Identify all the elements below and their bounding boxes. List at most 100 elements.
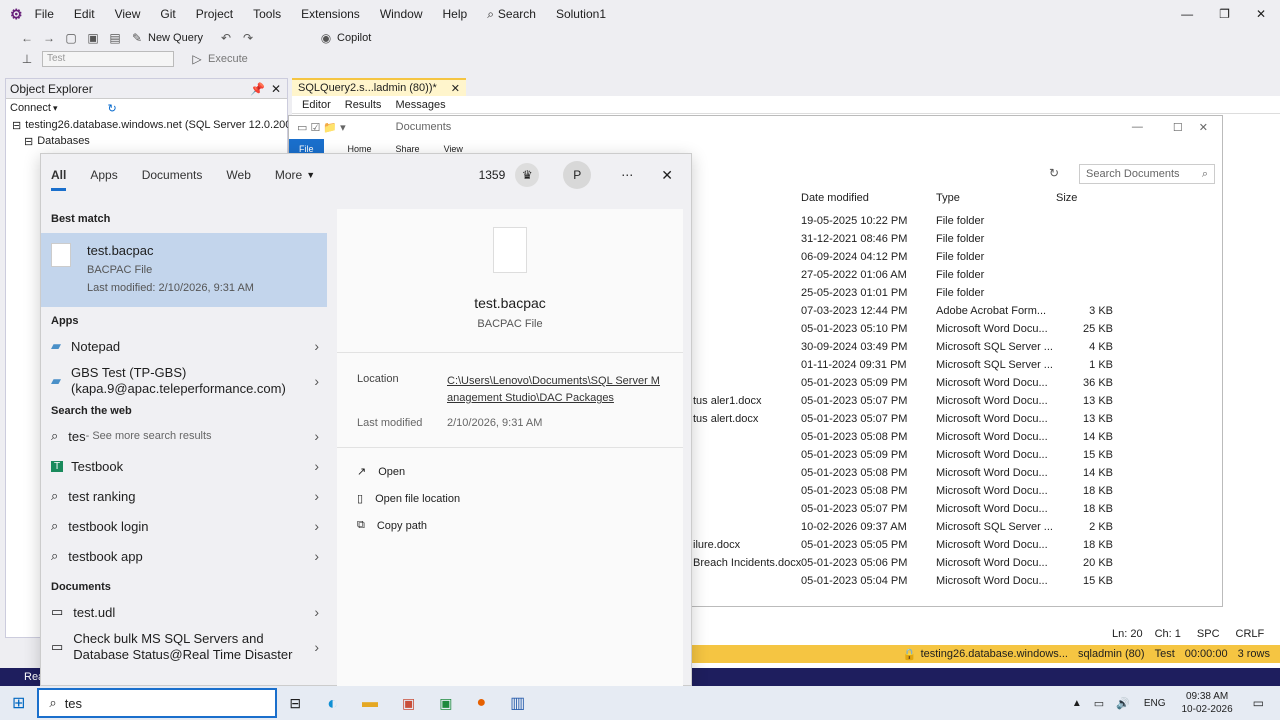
copilot-button[interactable]: Copilot (337, 32, 371, 44)
language-indicator[interactable]: ENG (1144, 698, 1166, 709)
table-row[interactable]: 05-01-2023 05:08 PM Microsoft Word Docu..… (689, 428, 1113, 446)
connect-button[interactable]: Connect (10, 102, 51, 114)
chevron-right-icon[interactable]: › (314, 548, 319, 564)
chevron-down-icon[interactable]: ▼ (306, 170, 315, 180)
table-row[interactable]: 19-05-2025 10:22 PM File folder (689, 212, 1109, 230)
table-row[interactable]: Breach Incidents.docx 05-01-2023 05:06 PM… (689, 554, 1113, 572)
collapse-icon[interactable]: ⊟ (12, 119, 21, 132)
table-row[interactable]: 06-09-2024 04:12 PM File folder (689, 248, 1109, 266)
file-explorer-icon[interactable]: ▬ (362, 694, 378, 712)
copilot-icon[interactable]: ◉ (319, 31, 333, 45)
task-view-icon[interactable]: ⊟ (289, 695, 301, 712)
menu-help[interactable]: Help (443, 7, 468, 21)
tab-more[interactable]: More (275, 168, 302, 182)
chevron-down-icon[interactable]: ▾ (53, 103, 58, 114)
doc-item-check-bulk[interactable]: ▭ Check bulk MS SQL Servers and Database… (41, 627, 337, 667)
databases-node[interactable]: ⊟ Databases (6, 133, 287, 149)
app-icon[interactable]: ▣ (402, 695, 415, 712)
refresh-icon[interactable]: ↻ (1049, 166, 1059, 180)
app-item-notepad[interactable]: ▰ Notepad › (41, 331, 337, 361)
rewards-icon[interactable]: ♛ (515, 163, 540, 187)
copy-path-action[interactable]: ⧉ Copy path (357, 519, 427, 532)
tab-apps[interactable]: Apps (90, 168, 117, 182)
restore-icon[interactable]: ❐ (1219, 7, 1230, 21)
save-icon[interactable]: ▣ (86, 31, 100, 45)
execute-button[interactable]: Execute (208, 53, 248, 65)
windows-start-icon[interactable]: ⊞ (12, 693, 25, 713)
close-icon[interactable]: ✕ (451, 82, 460, 95)
table-row[interactable]: 05-01-2023 05:04 PM Microsoft Word Docu..… (689, 572, 1113, 590)
table-row[interactable]: 25-05-2023 01:01 PM File folder (689, 284, 1109, 302)
redo-icon[interactable]: ↷ (241, 31, 255, 45)
chevron-right-icon[interactable]: › (314, 373, 319, 389)
undo-icon[interactable]: ↶ (219, 31, 233, 45)
close-icon[interactable]: ✕ (271, 82, 281, 96)
minimize-icon[interactable]: — (1132, 121, 1143, 133)
execute-icon[interactable]: ▷ (190, 52, 204, 66)
app-item-gbs-test[interactable]: ▰ GBS Test (TP-GBS) (kapa.9@apac.teleper… (41, 361, 337, 401)
clock[interactable]: 09:38 AM 10-02-2026 (1182, 690, 1233, 716)
forward-icon[interactable]: → (42, 31, 56, 45)
menu-git[interactable]: Git (160, 7, 175, 21)
table-row[interactable]: ilure.docx 05-01-2023 05:05 PM Microsoft W… (689, 536, 1113, 554)
tab-editor[interactable]: Editor (302, 99, 331, 111)
new-file-icon[interactable]: ▢ (64, 31, 78, 45)
table-row[interactable]: tus alert.docx 05-01-2023 05:07 PM Microso… (689, 410, 1113, 428)
tab-documents[interactable]: Documents (142, 168, 203, 182)
search-icon[interactable]: ⌕ (487, 7, 494, 22)
menu-extensions[interactable]: Extensions (301, 7, 360, 21)
doc-item-test-udl[interactable]: ▭ test.udl › (41, 597, 337, 627)
table-row[interactable]: 01-11-2024 09:31 PM Microsoft SQL Server … (689, 356, 1113, 374)
tab-results[interactable]: Results (345, 99, 382, 111)
taskbar-search-input[interactable]: ⌕ tes (37, 688, 278, 718)
tab-all[interactable]: All (51, 168, 67, 191)
open-file-location-action[interactable]: ▯ Open file location (357, 492, 460, 506)
network-icon[interactable]: ▭ (1094, 697, 1104, 710)
chevron-right-icon[interactable]: › (314, 428, 319, 444)
volume-icon[interactable]: 🔊 (1116, 697, 1130, 710)
menu-window[interactable]: Window (380, 7, 423, 21)
ssms-icon[interactable]: ▥ (510, 693, 525, 713)
tab-messages[interactable]: Messages (395, 99, 445, 111)
web-item-testbook[interactable]: T Testbook › (41, 451, 337, 481)
close-icon[interactable]: ✕ (1199, 121, 1208, 134)
chevron-up-icon[interactable]: ▲ (1072, 698, 1082, 709)
location-link[interactable]: C:\Users\Lenovo\Documents\SQL Server Man… (447, 373, 661, 407)
tab-web[interactable]: Web (226, 168, 250, 182)
refresh-icon[interactable]: ↻ (108, 102, 117, 115)
edge-icon[interactable]: ◐ (327, 693, 338, 714)
table-row[interactable]: 05-01-2023 05:09 PM Microsoft Word Docu..… (689, 446, 1113, 464)
server-node[interactable]: ⊟ testing26.database.windows.net (SQL Se… (6, 117, 313, 133)
explorer-search-input[interactable]: Search Documents ⌕ (1079, 164, 1215, 184)
web-item-testbook-app[interactable]: ⌕ testbook app › (41, 541, 337, 571)
table-row[interactable]: 30-09-2024 03:49 PM Microsoft SQL Server … (689, 338, 1113, 356)
app-icon[interactable]: ▣ (439, 695, 452, 712)
table-row[interactable]: 05-01-2023 05:07 PM Microsoft Word Docu..… (689, 500, 1113, 518)
table-row[interactable]: 10-02-2026 09:37 AM Microsoft SQL Server … (689, 518, 1113, 536)
firefox-icon[interactable]: ● (476, 694, 486, 712)
query-tab[interactable]: SQLQuery2.s...ladmin (80))* ✕ (292, 78, 466, 96)
menu-project[interactable]: Project (196, 7, 233, 21)
table-row[interactable]: 31-12-2021 08:46 PM File folder (689, 230, 1109, 248)
column-type[interactable]: Type (936, 192, 960, 204)
table-row[interactable]: 27-05-2022 01:06 AM File folder (689, 266, 1109, 284)
chevron-right-icon[interactable]: › (314, 518, 319, 534)
close-icon[interactable]: ✕ (661, 167, 673, 184)
table-row[interactable]: 05-01-2023 05:08 PM Microsoft Word Docu..… (689, 482, 1113, 500)
pin-icon[interactable]: 📌 (250, 82, 265, 96)
table-row[interactable]: 05-01-2023 05:08 PM Microsoft Word Docu..… (689, 464, 1113, 482)
web-item-test-ranking[interactable]: ⌕ test ranking › (41, 481, 337, 511)
open-action[interactable]: ↗ Open (357, 465, 405, 479)
web-item-testbook-login[interactable]: ⌕ testbook login › (41, 511, 337, 541)
restore-icon[interactable]: ☐ (1173, 121, 1183, 134)
web-item-see-more[interactable]: ⌕ tes - See more search results › (41, 421, 337, 451)
table-row[interactable]: 05-01-2023 05:10 PM Microsoft Word Docu..… (689, 320, 1113, 338)
column-size[interactable]: Size (1056, 192, 1077, 204)
collapse-icon[interactable]: ⊟ (24, 135, 33, 148)
minimize-icon[interactable]: — (1181, 7, 1193, 21)
new-query-button[interactable]: New Query (148, 32, 203, 44)
column-date-modified[interactable]: Date modified (801, 192, 869, 204)
back-icon[interactable]: ← (20, 31, 34, 45)
table-row[interactable]: 05-01-2023 05:09 PM Microsoft Word Docu..… (689, 374, 1113, 392)
menu-search[interactable]: Search (498, 7, 536, 21)
